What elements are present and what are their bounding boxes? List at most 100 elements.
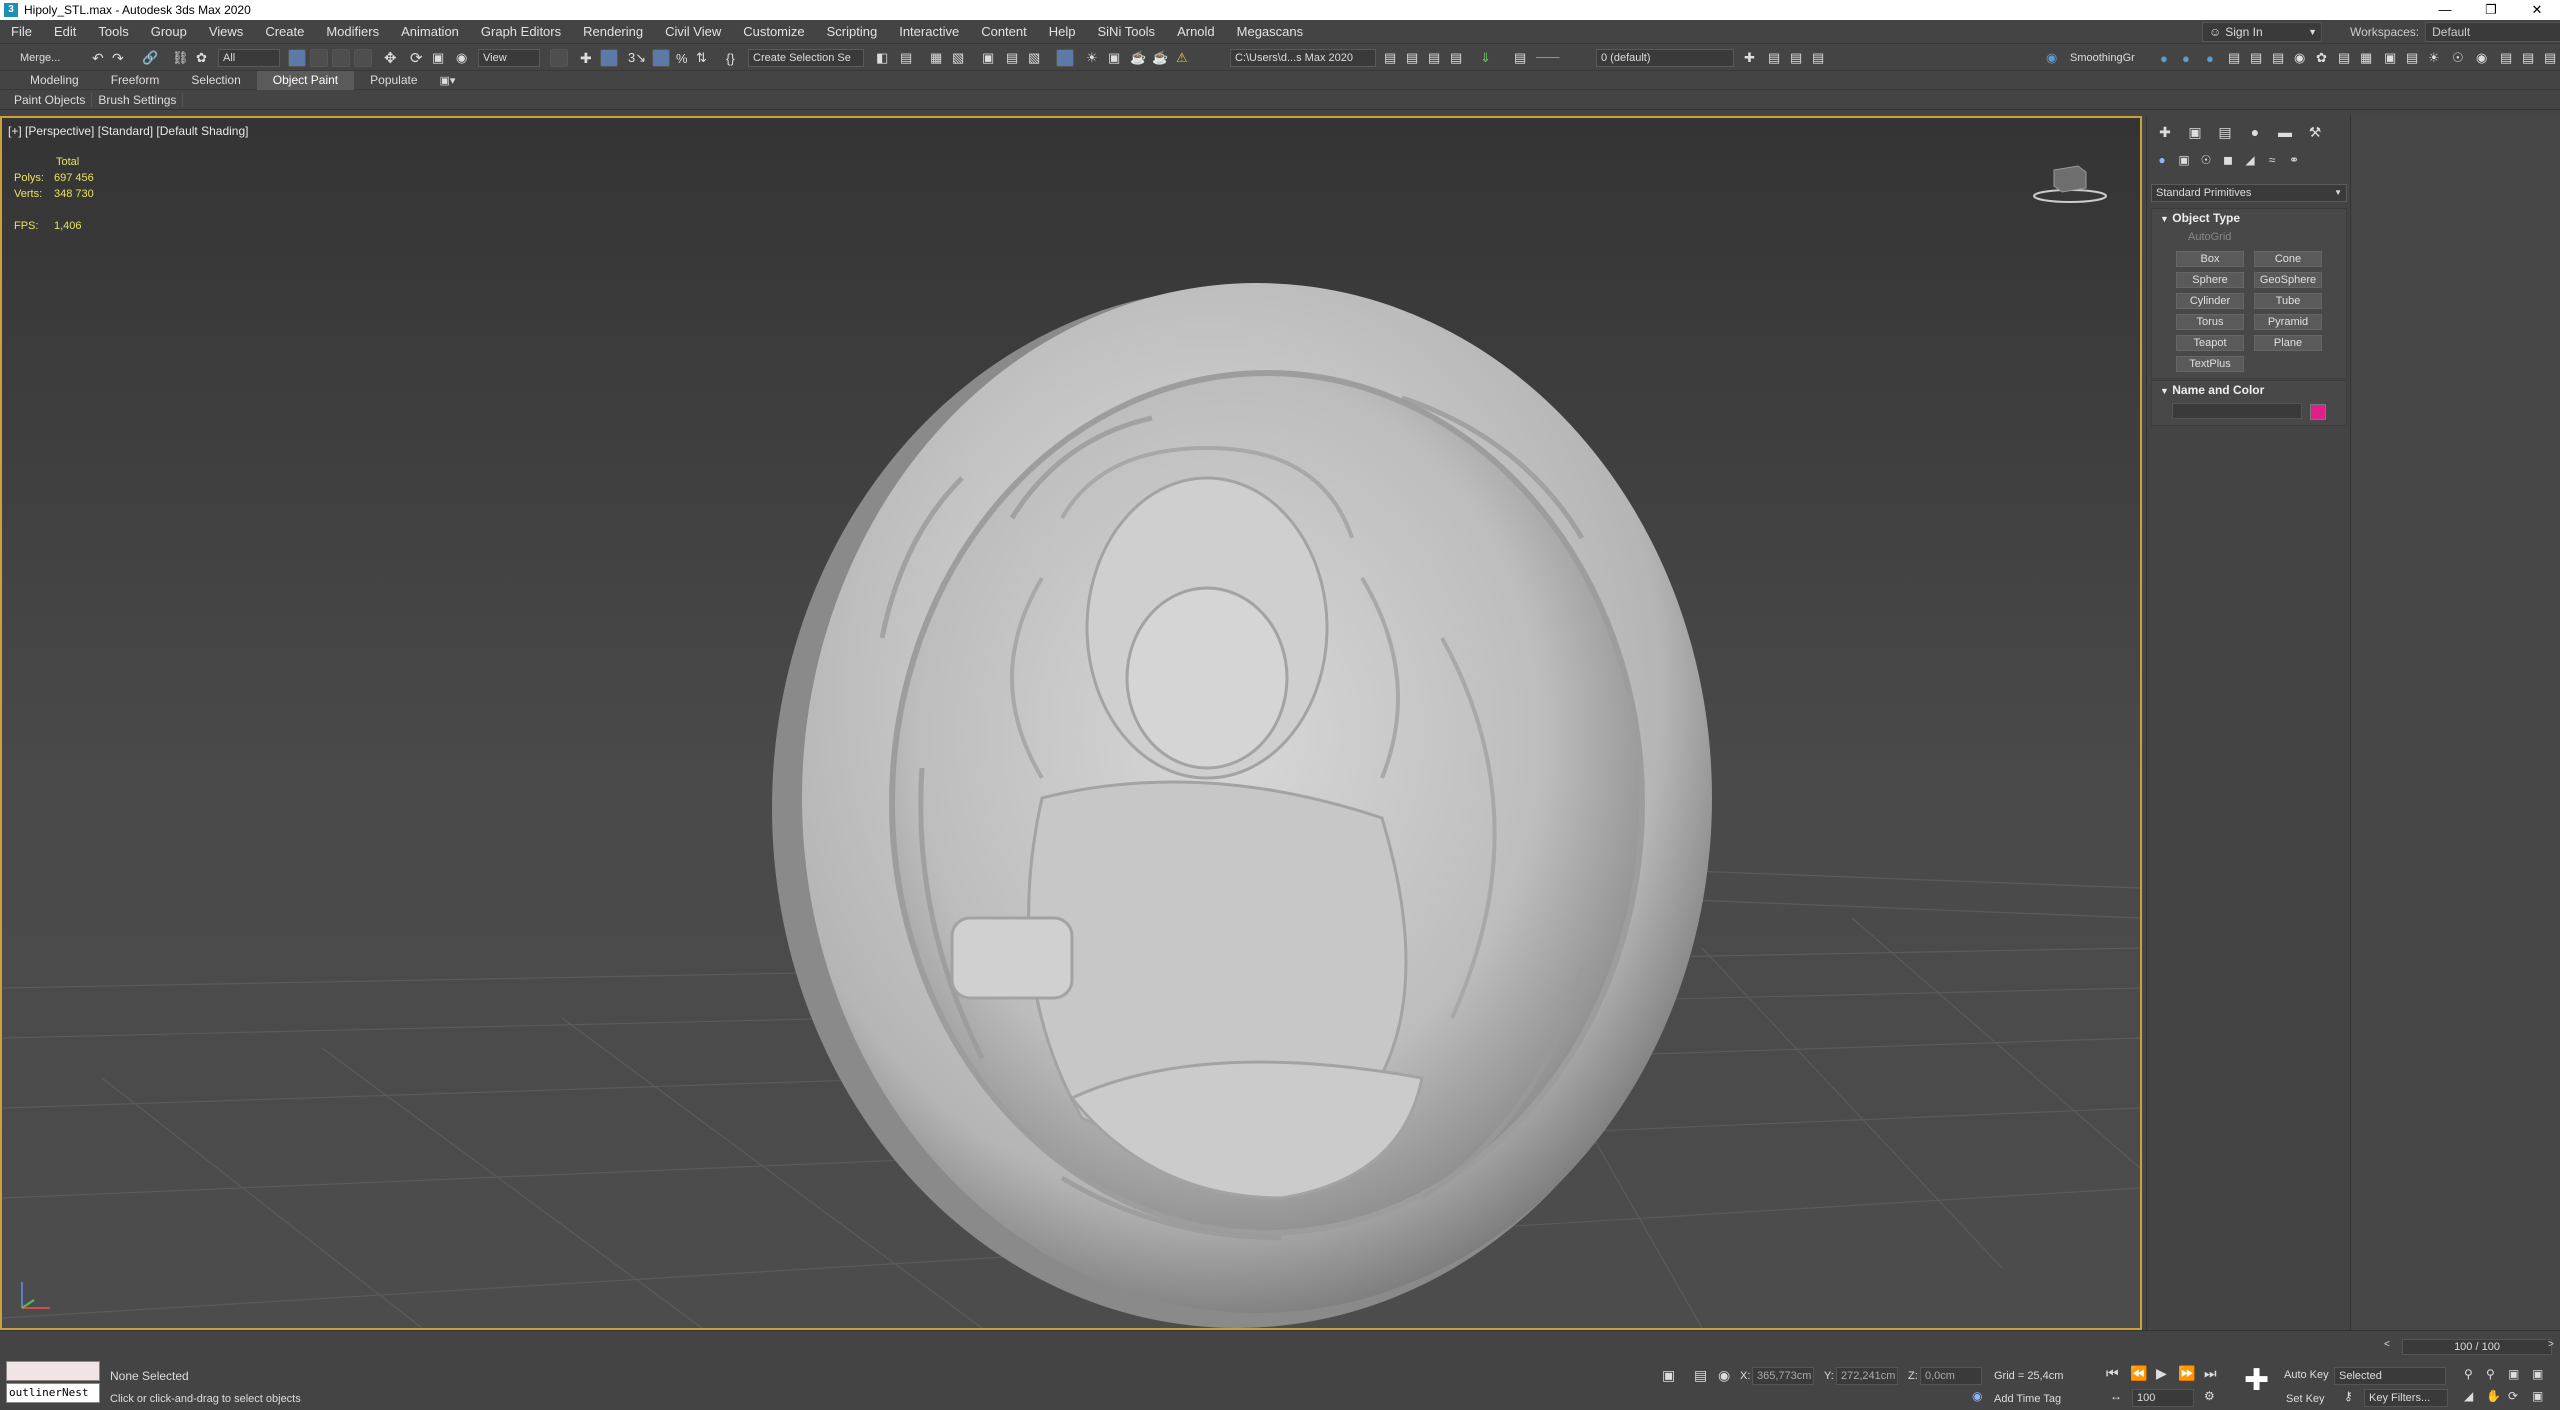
render-icon[interactable]: ☕	[1130, 49, 1146, 67]
display-icon[interactable]: ▤	[2522, 49, 2534, 67]
group-icon[interactable]: ▤	[2406, 49, 2418, 67]
maximize-viewport-icon[interactable]: ▣	[2532, 1389, 2543, 1403]
rotate-icon[interactable]: ⟳	[410, 49, 423, 67]
tab-modeling[interactable]: Modeling	[14, 71, 95, 90]
menu-interactive[interactable]: Interactive	[888, 24, 970, 39]
menu-sini-tools[interactable]: SiNi Tools	[1087, 24, 1167, 39]
set-key-plus-icon[interactable]: ✚	[2244, 1363, 2269, 1398]
absolute-mode-icon[interactable]: ◉	[1718, 1367, 1730, 1384]
category-dropdown[interactable]: Standard Primitives ▼	[2151, 184, 2347, 202]
menu-rendering[interactable]: Rendering	[572, 24, 654, 39]
key-icon[interactable]: ⚷	[2344, 1389, 2353, 1403]
field-of-view-icon[interactable]: ◢	[2464, 1389, 2473, 1403]
render-iterative-icon[interactable]: ☕	[1152, 49, 1168, 67]
spinner-snap-icon[interactable]: ⇅	[696, 49, 707, 67]
object-name-input[interactable]	[2172, 403, 2302, 419]
perspective-viewport[interactable]: [+] [Perspective] [Standard] [Default Sh…	[0, 116, 2142, 1330]
menu-graph-editors[interactable]: Graph Editors	[470, 24, 572, 39]
particles-icon[interactable]: ✿	[2316, 49, 2327, 67]
window-crossing-icon[interactable]	[354, 49, 372, 67]
tab-populate[interactable]: Populate	[354, 71, 433, 90]
material-editor-icon[interactable]	[1056, 49, 1074, 67]
time-configuration-icon[interactable]: ⚙	[2204, 1389, 2215, 1403]
workspace-dropdown[interactable]: Default	[2425, 22, 2560, 42]
menu-file[interactable]: File	[0, 24, 43, 39]
tab-selection[interactable]: Selection	[175, 71, 256, 90]
minimize-icon[interactable]: —	[2422, 0, 2468, 20]
brush-settings-panel[interactable]: Brush Settings	[92, 92, 184, 107]
warning-icon[interactable]: ⚠	[1176, 49, 1188, 67]
close-icon[interactable]: ✕	[2514, 0, 2560, 20]
object-type-header[interactable]: ▼ Object Type	[2152, 209, 2346, 227]
current-frame-field[interactable]: 100	[2132, 1389, 2194, 1407]
create-layer-icon[interactable]: ✚	[1744, 49, 1755, 67]
menu-megascans[interactable]: Megascans	[1226, 24, 1314, 39]
autogrid-checkbox[interactable]: AutoGrid	[2152, 231, 2346, 243]
isolate-selection-icon[interactable]: ▣	[1662, 1367, 1675, 1384]
move-icon[interactable]: ✥	[384, 49, 397, 67]
systems-icon[interactable]: ▤	[2228, 49, 2240, 67]
placement-icon[interactable]: ◉	[456, 49, 467, 67]
schematic-view-icon[interactable]: ▧	[1028, 49, 1040, 67]
grid-icon[interactable]: ▦	[2360, 49, 2372, 67]
menu-views[interactable]: Views	[198, 24, 254, 39]
time-slider-prev-icon[interactable]: <	[2384, 1339, 2390, 1350]
display-tab-icon[interactable]: ▬	[2273, 124, 2297, 144]
select-object-icon[interactable]	[288, 49, 306, 67]
utilities-icon[interactable]: ▤	[2544, 49, 2556, 67]
project-folder-dropdown[interactable]: C:\Users\d...s Max 2020	[1230, 49, 1376, 67]
redo-icon[interactable]: ↷	[112, 49, 124, 67]
link-icon[interactable]: 🔗	[142, 49, 158, 67]
auto-key-button[interactable]: Auto Key	[2284, 1369, 2329, 1381]
layer-manager-icon[interactable]: ▤	[1428, 49, 1440, 67]
lights-category-icon[interactable]: ☉	[2197, 153, 2215, 171]
percent-snap-icon[interactable]: %	[676, 49, 688, 67]
scene-states-icon[interactable]: ▤	[1384, 49, 1396, 67]
set-key-button[interactable]: Set Key	[2286, 1393, 2325, 1405]
zoom-all-icon[interactable]: ⚲	[2486, 1367, 2495, 1381]
name-and-color-header[interactable]: ▼ Name and Color	[2152, 381, 2346, 399]
teapot-button[interactable]: Teapot	[2176, 335, 2244, 351]
time-slider-next-icon[interactable]: >	[2548, 1339, 2554, 1350]
light-icon[interactable]: ●	[2160, 49, 2168, 67]
pyramid-button[interactable]: Pyramid	[2254, 314, 2322, 330]
menu-help[interactable]: Help	[1038, 24, 1087, 39]
y-coordinate-field[interactable]: 272,241cm	[1836, 1367, 1898, 1385]
layer-visibility-icon[interactable]: ───	[1536, 49, 1559, 67]
bind-space-warp-icon[interactable]: ✿	[196, 49, 207, 67]
sign-in-button[interactable]: ☺ Sign In ▼	[2202, 22, 2322, 42]
align-icon[interactable]: ▤	[900, 49, 912, 67]
menu-edit[interactable]: Edit	[43, 24, 87, 39]
freeze-layers-icon[interactable]: ▤	[1790, 49, 1802, 67]
plane-button[interactable]: Plane	[2254, 335, 2322, 351]
menu-scripting[interactable]: Scripting	[816, 24, 889, 39]
mesh-icon[interactable]: ▤	[2338, 49, 2350, 67]
lock-selection-icon[interactable]: ▤	[1694, 1367, 1707, 1384]
create-tab-icon[interactable]: ✚	[2153, 124, 2177, 144]
render-light-icon[interactable]: ☀	[2428, 49, 2440, 67]
reference-coordinate-dropdown[interactable]: View	[478, 49, 540, 67]
pivot-center-icon[interactable]	[550, 49, 568, 67]
material-icon[interactable]: ◉	[2476, 49, 2487, 67]
chevrons-down-icon[interactable]: ⇓	[1480, 49, 1491, 67]
layer-dropdown[interactable]: 0 (default)	[1596, 49, 1734, 67]
helper-icon[interactable]: ●	[2182, 49, 2190, 67]
restore-icon[interactable]: ❐	[2468, 0, 2514, 20]
named-selection-set-dropdown[interactable]: Create Selection Se	[748, 49, 864, 67]
key-mode-icon[interactable]: ↔	[2110, 1389, 2122, 1403]
hierarchy-tab-icon[interactable]: ▤	[2213, 124, 2237, 144]
modify-tab-icon[interactable]: ▣	[2183, 124, 2207, 144]
time-tag-icon[interactable]: ◉	[1972, 1389, 1982, 1403]
unlink-icon[interactable]: ⛓	[172, 49, 189, 67]
scene-explorer-icon[interactable]: ▦	[930, 49, 942, 67]
set-project-icon[interactable]: ▤	[1406, 49, 1418, 67]
select-manipulate-icon[interactable]: ✚	[580, 49, 592, 67]
viewcube-icon[interactable]	[2030, 158, 2110, 208]
box-button[interactable]: Box	[2176, 251, 2244, 267]
scale-icon[interactable]: ▣	[432, 49, 444, 67]
viewport-label[interactable]: [+] [Perspective] [Standard] [Default Sh…	[8, 124, 248, 138]
orbit-icon[interactable]: ⟳	[2508, 1389, 2518, 1403]
shape-icon[interactable]: ▤	[2272, 49, 2284, 67]
menu-content[interactable]: Content	[970, 24, 1038, 39]
ribbon-toggle-icon[interactable]: ▣	[982, 49, 994, 67]
